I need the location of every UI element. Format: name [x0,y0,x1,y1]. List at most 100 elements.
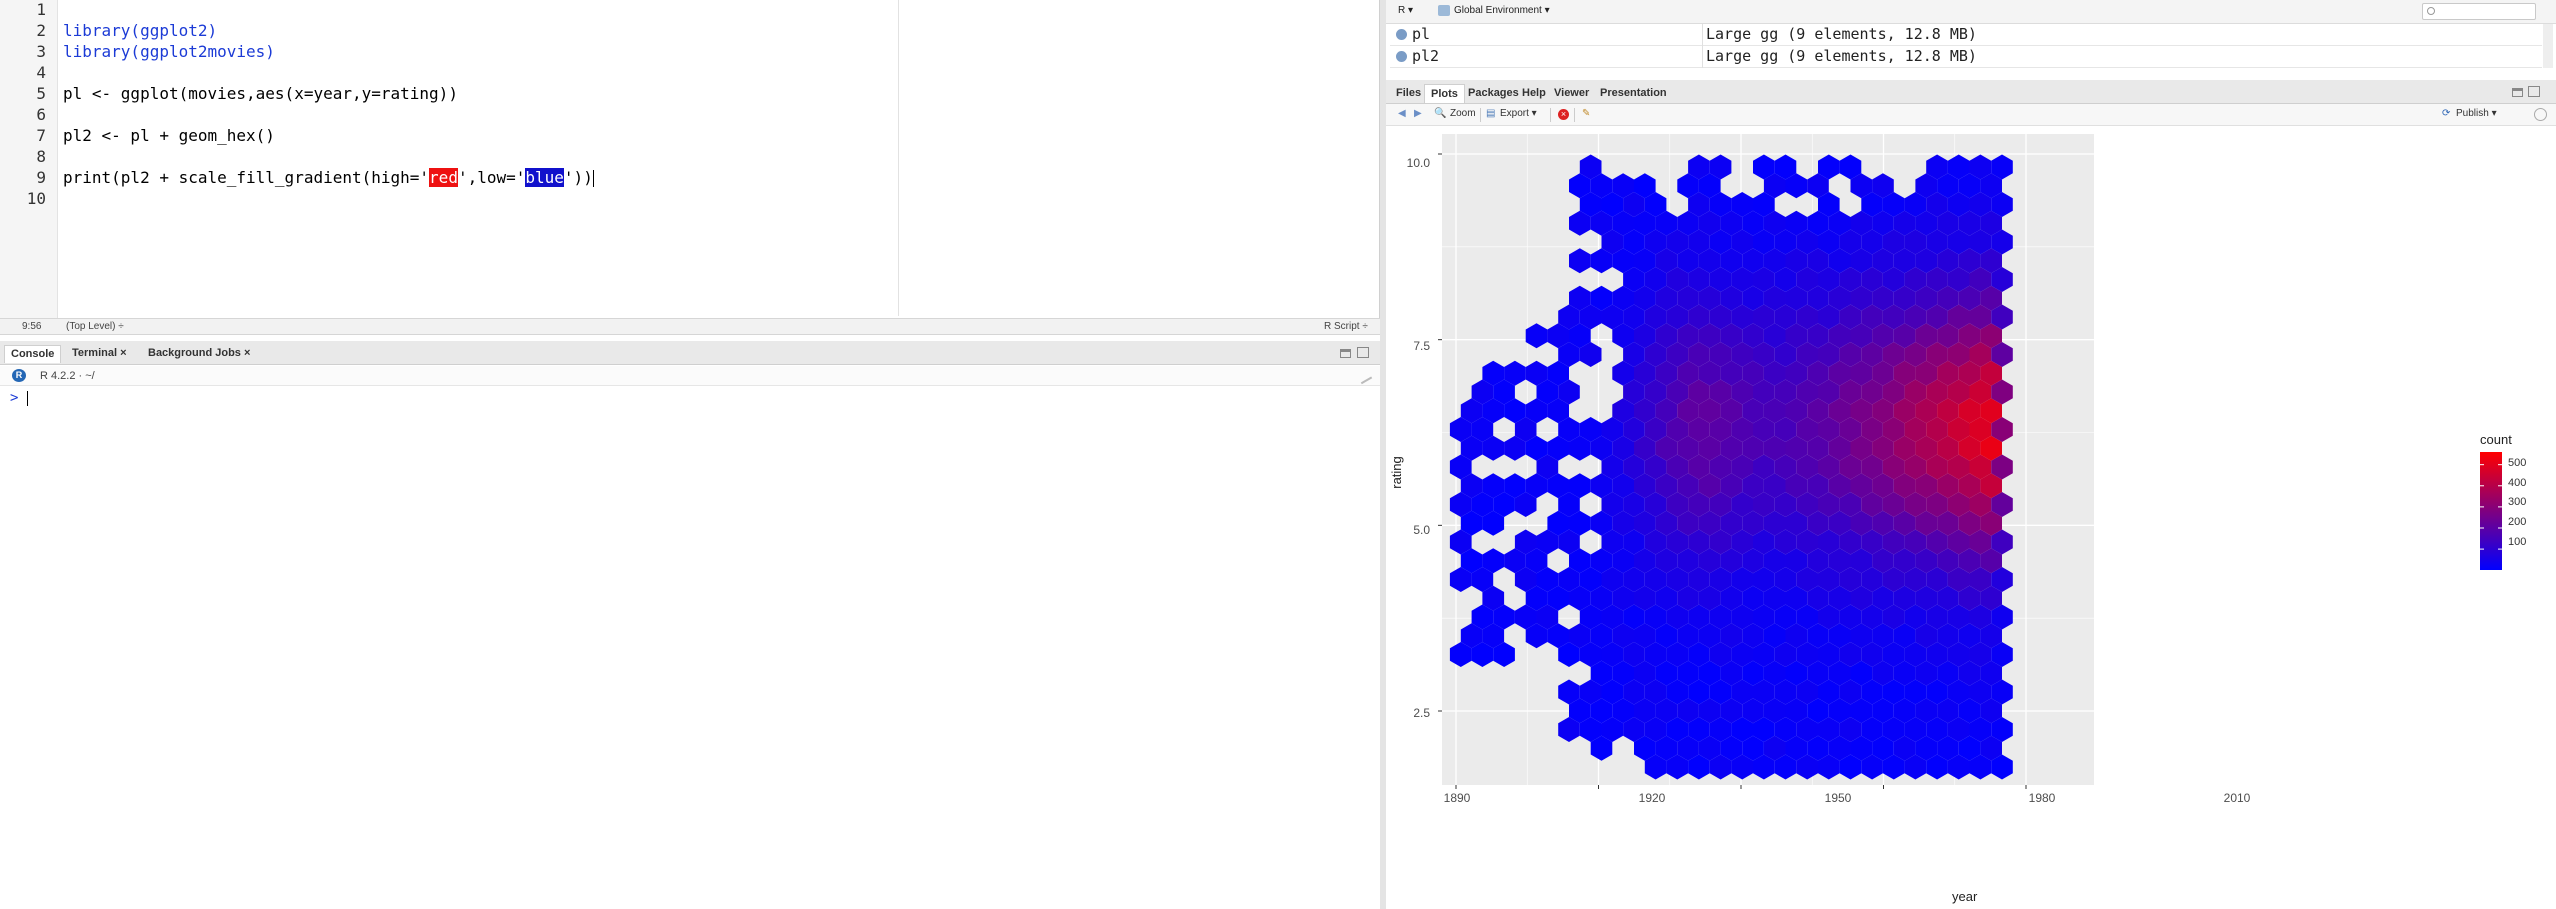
clear-console-icon[interactable] [1355,367,1373,385]
code-fragment: print(pl2 + scale_fill_gradient(high=' [63,168,430,187]
line-number: 1 [36,0,46,19]
code-highlight-blue: blue [525,168,564,187]
legend-label: 100 [2508,536,2527,548]
scope-selector[interactable]: (Top Level) ÷ [66,321,124,332]
x-tick-label: 1920 [1638,791,1666,805]
code-line-2[interactable]: library(ggplot2) [63,21,217,40]
env-object-row[interactable]: pl2 Large gg (9 elements, 12.8 MB) [1390,46,2542,68]
editor-status-bar: 9:56 (Top Level) ÷ R Script ÷ [0,318,1380,335]
minimize-icon[interactable] [2512,88,2523,97]
plots-tabbar: Files Plots Packages Help Viewer Present… [1386,80,2556,104]
expand-icon[interactable] [1396,29,1407,40]
r-version: R 4.2.2 · ~/ [40,370,95,382]
clear-plots-icon[interactable]: ✎ [1582,108,1590,119]
zoom-icon: 🔍 [1434,108,1447,119]
scrollbar[interactable] [2543,24,2553,68]
publish-icon: ⟳ [2442,108,2451,119]
legend-title: count [2480,432,2512,447]
code-fragment: ')) [563,168,593,187]
env-object-row[interactable]: pl Large gg (9 elements, 12.8 MB) [1390,24,2542,46]
line-number: 4 [36,63,46,82]
tab-console[interactable]: Console [4,345,62,363]
legend-label: 200 [2508,516,2527,528]
tab-presentation[interactable]: Presentation [1594,84,1673,103]
legend-label: 500 [2508,457,2527,469]
x-axis-label: year [1952,889,1978,904]
x-tick-label: 1950 [1824,791,1852,805]
cursor-position: 9:56 [22,321,42,332]
forward-arrow-icon[interactable]: ▶ [1414,108,1422,119]
y-tick-label: 5.0 [1413,523,1430,537]
environment-search-input[interactable] [2422,3,2536,20]
zoom-button[interactable]: Zoom [1450,108,1476,119]
search-icon [2427,7,2435,15]
object-value: Large gg (9 elements, 12.8 MB) [1706,25,1977,43]
y-axis-label: rating [1388,456,1404,489]
tab-background-jobs[interactable]: Background Jobs × [142,345,256,363]
export-icon: ▤ [1486,108,1496,119]
file-type-selector[interactable]: R Script ÷ [1324,321,1368,332]
environment-toolbar: R ▾ Global Environment ▾ [1386,0,2556,24]
hexbin-chart [1438,134,2502,805]
toolbar-divider [1574,108,1575,122]
publish-button[interactable]: Publish ▾ [2456,108,2497,119]
code-line-7[interactable]: pl2 <- pl + geom_hex() [63,126,275,145]
console-info-bar: R R 4.2.2 · ~/ [0,366,1380,386]
back-arrow-icon[interactable]: ◀ [1398,108,1406,119]
console-prompt: > [10,390,28,406]
console-tabbar: Console Terminal × Background Jobs × [0,341,1380,365]
line-number: 6 [36,105,46,124]
minimize-icon[interactable] [1340,349,1351,358]
line-number: 2 [36,21,46,40]
legend-label: 400 [2508,477,2527,489]
export-button[interactable]: Export ▾ [1500,108,1537,119]
line-number: 9 [36,168,46,187]
tab-help[interactable]: Help [1516,84,1552,103]
r-logo-icon: R [12,369,26,382]
tab-plots[interactable]: Plots [1424,84,1465,103]
expand-icon[interactable] [1396,51,1407,62]
legend-label: 300 [2508,496,2527,508]
plots-toolbar: ◀ ▶ 🔍 Zoom ▤ Export ▾ × ✎ ⟳ Publish ▾ [1386,104,2556,126]
x-tick-label: 2010 [2223,791,2251,805]
x-tick-label: 1890 [1443,791,1471,805]
code-fragment: ',low=' [457,168,526,187]
code-line-5[interactable]: pl <- ggplot(movies,aes(x=year,y=rating)… [63,84,458,103]
console-cursor [26,390,28,406]
line-number: 3 [36,42,46,61]
line-number: 10 [26,189,46,208]
remove-plot-icon[interactable]: × [1558,109,1569,120]
plot-viewer: 10.0 7.5 5.0 2.5 1890 1920 1950 1980 201… [1386,127,2556,909]
language-selector[interactable]: R ▾ [1398,5,1413,16]
environment-icon [1438,5,1450,16]
code-line-9[interactable]: print(pl2 + scale_fill_gradient(high='re… [63,168,594,187]
environment-selector[interactable]: Global Environment ▾ [1454,5,1550,16]
console-output[interactable]: > [0,386,1380,909]
maximize-icon[interactable] [2528,86,2540,97]
x-tick-label: 1980 [2028,791,2056,805]
text-cursor [592,170,594,187]
y-tick-label: 7.5 [1413,339,1430,353]
line-number-gutter: 1 2 3 4 5 6 7 8 9 10 [0,0,58,318]
code-highlight-red: red [429,168,458,187]
code-line-3[interactable]: library(ggplot2movies) [63,42,275,61]
legend-colorbar [2480,452,2502,570]
line-number: 5 [36,84,46,103]
source-editor[interactable]: 1 2 3 4 5 6 7 8 9 10 library(ggplot2) li… [0,0,1380,318]
line-number: 8 [36,147,46,166]
column-divider [1702,24,1703,68]
object-name: pl2 [1412,47,1440,65]
object-name: pl [1412,25,1431,43]
tab-terminal[interactable]: Terminal × [66,345,133,363]
refresh-icon[interactable] [2534,108,2547,121]
maximize-icon[interactable] [1357,347,1369,358]
toolbar-divider [1550,108,1551,122]
tab-files[interactable]: Files [1390,84,1427,103]
y-tick-label: 2.5 [1413,706,1430,720]
object-value: Large gg (9 elements, 12.8 MB) [1706,47,1977,65]
right-pane: R ▾ Global Environment ▾ pl Large gg (9 … [1386,0,2556,909]
margin-guide [898,0,899,316]
y-tick-label: 10.0 [1406,156,1430,170]
tab-viewer[interactable]: Viewer [1548,84,1595,103]
toolbar-divider [1480,108,1481,122]
